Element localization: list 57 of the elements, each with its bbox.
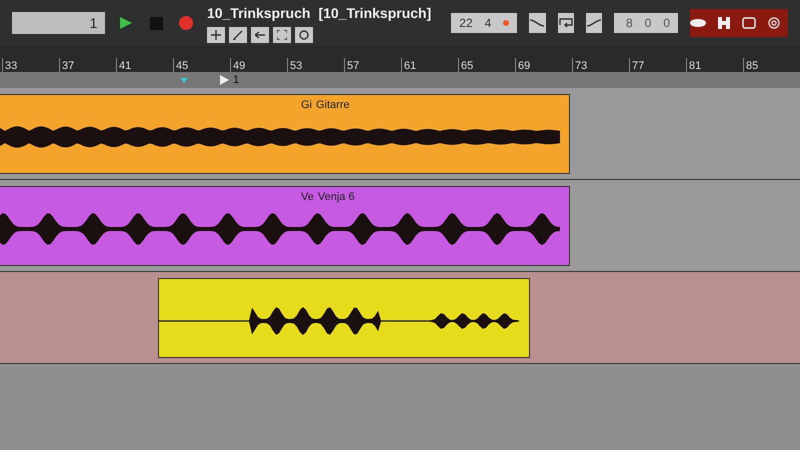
loop-icon — [558, 18, 573, 28]
arrow-left-icon — [254, 30, 265, 40]
start-marker: 1 — [233, 72, 240, 88]
song-position-field[interactable]: 22 4 — [451, 13, 518, 33]
clip-name: Ve — [301, 190, 314, 205]
clip-name: Gi — [301, 98, 312, 113]
clip-name: Gitarre — [316, 98, 350, 113]
flag-icon — [220, 75, 229, 85]
cloud-icon[interactable] — [690, 19, 706, 27]
h-icon[interactable] — [718, 17, 730, 29]
curve-button[interactable] — [558, 13, 574, 33]
length-value: 0 — [663, 15, 670, 31]
bar-number: 73 — [575, 61, 588, 72]
window-title: 10_Trinkspruch — [206, 4, 310, 23]
record-icon — [179, 16, 193, 30]
bar-number: 57 — [347, 61, 360, 72]
beat-number: 4 — [484, 15, 492, 31]
position-field[interactable]: 1 — [12, 12, 106, 34]
bar-number: 61 — [404, 61, 416, 72]
bar-number: 69 — [518, 61, 530, 72]
bar-number: 45 — [176, 61, 188, 72]
bar-number: 81 — [689, 61, 702, 72]
curve-icon — [530, 18, 544, 28]
bar-number: 65 — [461, 61, 474, 72]
dot-icon — [503, 20, 510, 26]
audio-clip[interactable] — [158, 278, 530, 358]
play-icon — [119, 16, 134, 30]
circle-icon — [298, 30, 309, 40]
tool-button[interactable] — [294, 27, 313, 43]
audio-clip[interactable]: Ve Venja 6 — [0, 186, 570, 266]
tool-button[interactable] — [206, 27, 225, 43]
bar-number: 49 — [233, 61, 246, 72]
window-icon[interactable] — [742, 17, 756, 29]
bar-number: 33 — [5, 61, 18, 72]
bar-number: 41 — [119, 61, 132, 72]
plus-icon — [210, 30, 221, 40]
curve-button[interactable] — [586, 13, 602, 33]
bar-ruler[interactable]: 33 37 41 45 49 53 57 61 65 69 73 77 81 85 — [0, 46, 800, 72]
brackets-icon — [276, 30, 287, 40]
curve-icon — [587, 18, 602, 28]
bar-number: 53 — [290, 61, 302, 72]
bar-number: 85 — [746, 61, 758, 72]
audio-clip[interactable]: Gi Gitarre — [0, 94, 570, 174]
bar-number: 37 — [62, 61, 74, 72]
tool-button[interactable] — [250, 27, 269, 43]
loop-length-field[interactable]: 8 0 0 — [614, 13, 678, 33]
window-subtitle: [10_Trinkspruch] — [318, 4, 432, 23]
length-value: 0 — [644, 15, 652, 31]
marker-icon — [180, 78, 188, 82]
bar-number: 77 — [632, 61, 644, 72]
bar-number: 22 — [459, 15, 473, 31]
tool-button[interactable] — [228, 27, 247, 43]
curve-button[interactable] — [529, 13, 546, 33]
clip-name: Venja 6 — [318, 190, 355, 205]
stop-icon — [150, 16, 163, 30]
tool-button[interactable] — [272, 27, 291, 43]
length-value: 8 — [626, 15, 633, 31]
